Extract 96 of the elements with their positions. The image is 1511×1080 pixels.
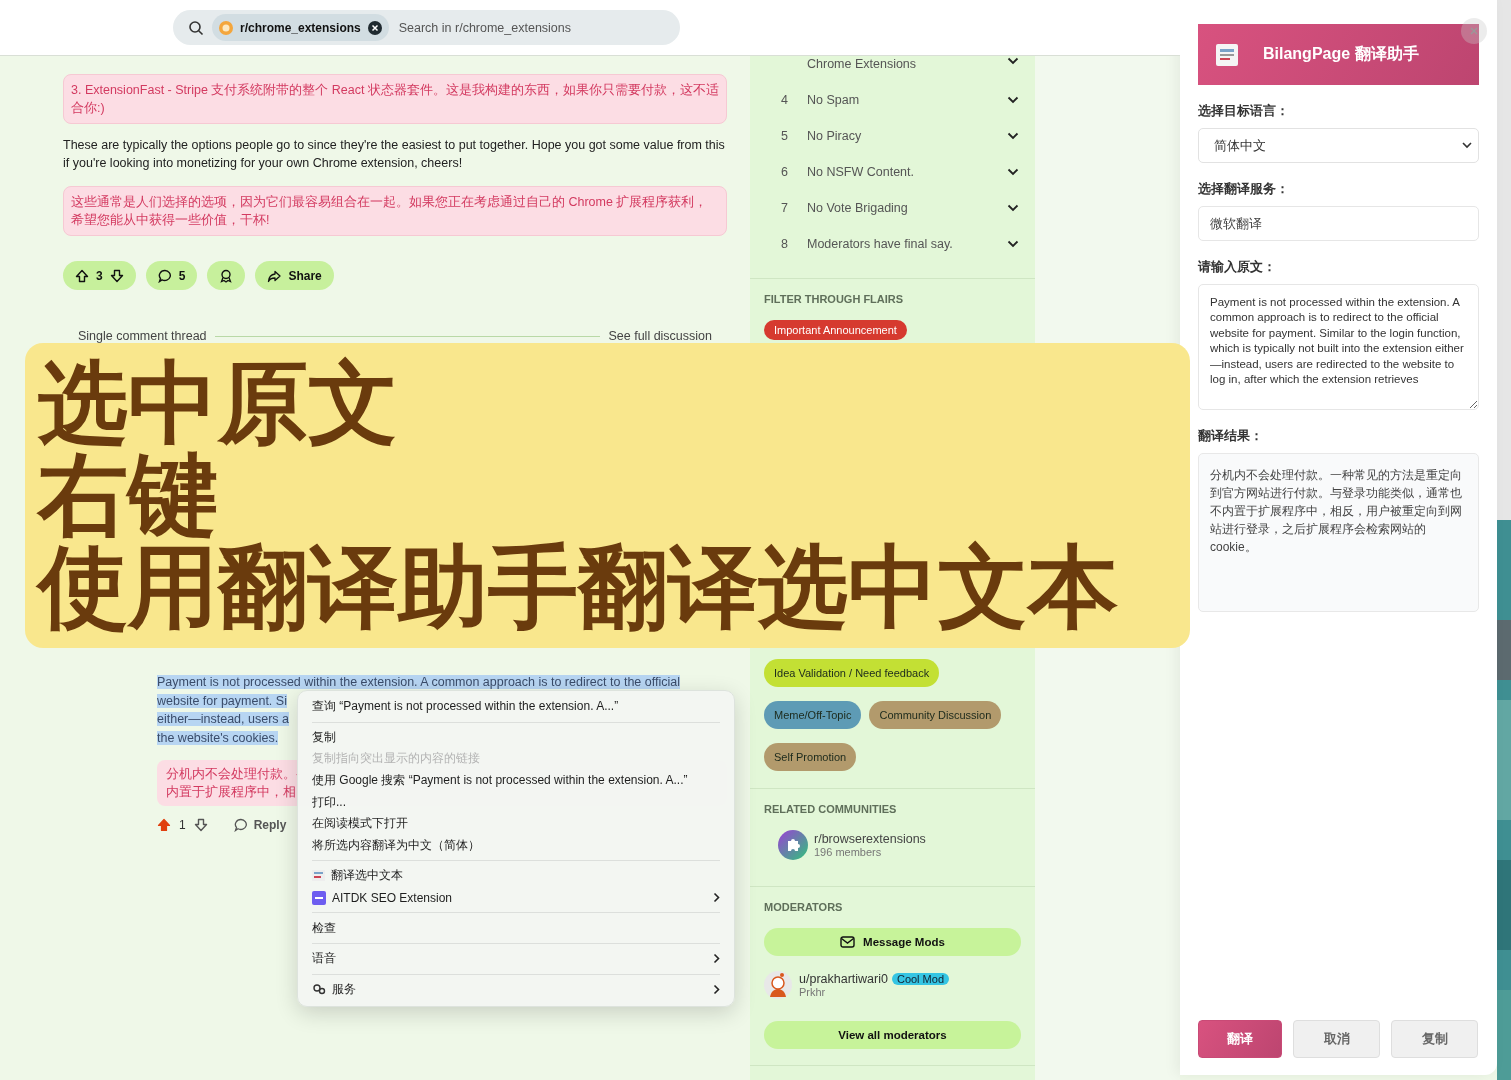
chevron-icon[interactable]	[1007, 132, 1019, 140]
menu-item[interactable]: 翻译选中文本	[298, 865, 734, 887]
selected-text: Payment is not processed within the extension. A common approach is to redirect to the official	[157, 675, 680, 689]
field-label: 选择目标语言：	[1198, 103, 1290, 120]
reply-button[interactable]: Reply	[233, 818, 287, 832]
selected-text: either—instead, users a	[157, 712, 289, 726]
translation-text: 内置于扩展程序中，相	[166, 784, 296, 801]
menu-item[interactable]: 复制	[298, 726, 734, 749]
menu-item[interactable]: 服务	[298, 978, 734, 1001]
chevron-right-icon	[713, 983, 720, 995]
translation-text: 这些通常是人们选择的选项，因为它们最容易组合在一起。如果您正在考虑通过自己的 Chrome 扩展程序获利，希望您能从中获得一些价值，干杯!	[63, 186, 727, 236]
section-title: FILTER THROUGH FLAIRS	[764, 293, 905, 305]
panel-title: BilangPage 翻译助手	[1263, 44, 1419, 64]
menu-item[interactable]: 使用 Google 搜索 “Payment is not processed within the extension. A...”	[298, 769, 734, 792]
service-field[interactable]: 微软翻译	[1198, 206, 1479, 241]
member-count: 196 members	[814, 846, 883, 858]
flair-tag[interactable]: Idea Validation / Need feedback	[764, 659, 940, 687]
menu-item[interactable]: 打印...	[298, 791, 734, 813]
panel-button[interactable]: 取消	[1293, 1020, 1380, 1058]
result-box: 分机内不会处理付款。一种常见的方法是重定向到官方网站进行付款。与登录功能类似，通常也不内置于扩展程序中，相反，用户被重定向到网站进行登录，之后扩展程序会检索网站的 cookie。	[1198, 453, 1479, 612]
envelope-icon	[840, 936, 856, 948]
speech-bubble-icon	[157, 268, 172, 283]
menu-item[interactable]: AITDK SEO Extension	[298, 886, 734, 909]
caption-text: 右键	[38, 449, 218, 541]
avatar-icon[interactable]	[764, 971, 792, 999]
vote-count: 1	[179, 818, 186, 832]
caption-text: 选中原文	[38, 357, 399, 449]
view-all-moderators-button[interactable]: View all moderators	[764, 1021, 1021, 1049]
community-name[interactable]: r/browserextensions	[814, 832, 926, 846]
rule-title[interactable]: Moderators have final say.	[807, 237, 1007, 251]
chevron-icon[interactable]	[1007, 168, 1019, 176]
rule-number: 7	[781, 201, 789, 215]
flair-tag[interactable]: Important Announcement	[764, 320, 907, 340]
speech-bubble-icon	[233, 818, 248, 832]
panel-button[interactable]: 复制	[1391, 1020, 1478, 1058]
moderator-name[interactable]: u/prakhartiwari0	[799, 972, 888, 986]
rule-title[interactable]: No Spam	[807, 93, 1007, 107]
comments-button[interactable]: 5	[145, 261, 198, 290]
close-icon[interactable]	[367, 20, 382, 35]
chevron-icon[interactable]	[1007, 96, 1019, 104]
chevron-right-icon	[713, 953, 720, 965]
rule-title[interactable]: Chrome Extensions	[807, 57, 1007, 71]
award-button[interactable]	[207, 261, 246, 290]
community-icon	[219, 20, 233, 35]
flair-tag[interactable]: Community Discussion	[869, 701, 1002, 729]
puzzle-avatar-icon[interactable]	[778, 830, 808, 860]
user-flair: Cool Mod	[891, 973, 949, 985]
message-mods-button[interactable]: Message Mods	[764, 928, 1021, 956]
downvote-icon[interactable]	[193, 818, 208, 832]
section-title: RELATED COMMUNITIES	[764, 803, 898, 815]
chevron-icon[interactable]	[1007, 204, 1019, 212]
community-chip[interactable]: r/chrome_extensions	[212, 14, 389, 41]
field-label: 请输入原文：	[1198, 259, 1277, 276]
flair-tag[interactable]: Meme/Off-Topic	[764, 701, 862, 729]
extension-logo-icon	[312, 890, 326, 905]
panel-button[interactable]: 翻译	[1198, 1020, 1282, 1058]
section-title: MODERATORS	[764, 901, 844, 913]
share-icon	[267, 268, 282, 283]
field-label: 翻译结果：	[1198, 428, 1264, 445]
chevron-right-icon	[713, 892, 720, 904]
full-discussion-link[interactable]: See full discussion	[608, 329, 712, 343]
menu-item[interactable]: 查询 “Payment is not processed within the extension. A...”	[298, 696, 734, 718]
search-field[interactable]: r/chrome_extensions Search in r/chrome_extensions	[173, 10, 680, 45]
source-text-area[interactable]: Payment is not processed within the extension. A common approach is to redirect to the official website for payment. Similar to the login function, which is typically not built into the extension either—instead, users are redirected to the website to log in, after which the extension retrieves	[1198, 284, 1479, 410]
menu-item[interactable]: 语音	[298, 947, 734, 970]
app-logo-icon	[312, 870, 325, 882]
rule-number: 5	[781, 129, 789, 143]
rule-title[interactable]: No Vote Brigading	[807, 201, 1007, 215]
vote-count: 3	[96, 268, 103, 283]
post-paragraph: These are typically the options people go to since they're the easiest to put together. Hope you got some value from this if you're looking into monetizing for your own Chrome extension, cheers!	[63, 137, 726, 172]
ribbon-icon	[219, 268, 234, 283]
upvote-icon[interactable]	[75, 268, 89, 283]
chevron-icon[interactable]	[1007, 240, 1019, 248]
rule-title[interactable]: No NSFW Content.	[807, 165, 1007, 179]
translation-text: 3. ExtensionFast - Stripe 支付系统附带的整个 React 状态器套件。这是我构建的东西，如果你只需要付款，这不适合你:)	[63, 74, 727, 124]
flair-tag[interactable]: Self Promotion	[764, 743, 857, 771]
chevron-icon[interactable]	[1007, 57, 1019, 65]
thread-label: Single comment thread	[78, 329, 207, 343]
app-logo-icon	[1216, 43, 1238, 66]
language-dropdown[interactable]: 简体中文	[1198, 128, 1479, 163]
display-name: Prkhr	[799, 986, 827, 998]
rule-number: 4	[781, 93, 789, 107]
rule-number: 6	[781, 165, 789, 179]
rule-number: 8	[781, 237, 789, 251]
selected-text: the website's cookies.	[157, 730, 279, 745]
rule-title[interactable]: No Piracy	[807, 129, 1007, 143]
menu-item[interactable]: 在阅读模式下打开	[298, 812, 734, 835]
downvote-icon[interactable]	[109, 268, 124, 283]
translation-text: 分机内不会处理付款。-	[166, 766, 301, 783]
search-icon[interactable]	[188, 19, 204, 36]
chevron-icon	[1462, 142, 1472, 149]
field-label: 选择翻译服务：	[1198, 181, 1290, 198]
selected-text: website for payment. Si	[157, 693, 287, 708]
share-button[interactable]: Share	[255, 261, 334, 290]
menu-item[interactable]: 检查	[298, 917, 734, 939]
menu-item[interactable]: 将所选内容翻译为中文（简体）	[298, 834, 734, 857]
